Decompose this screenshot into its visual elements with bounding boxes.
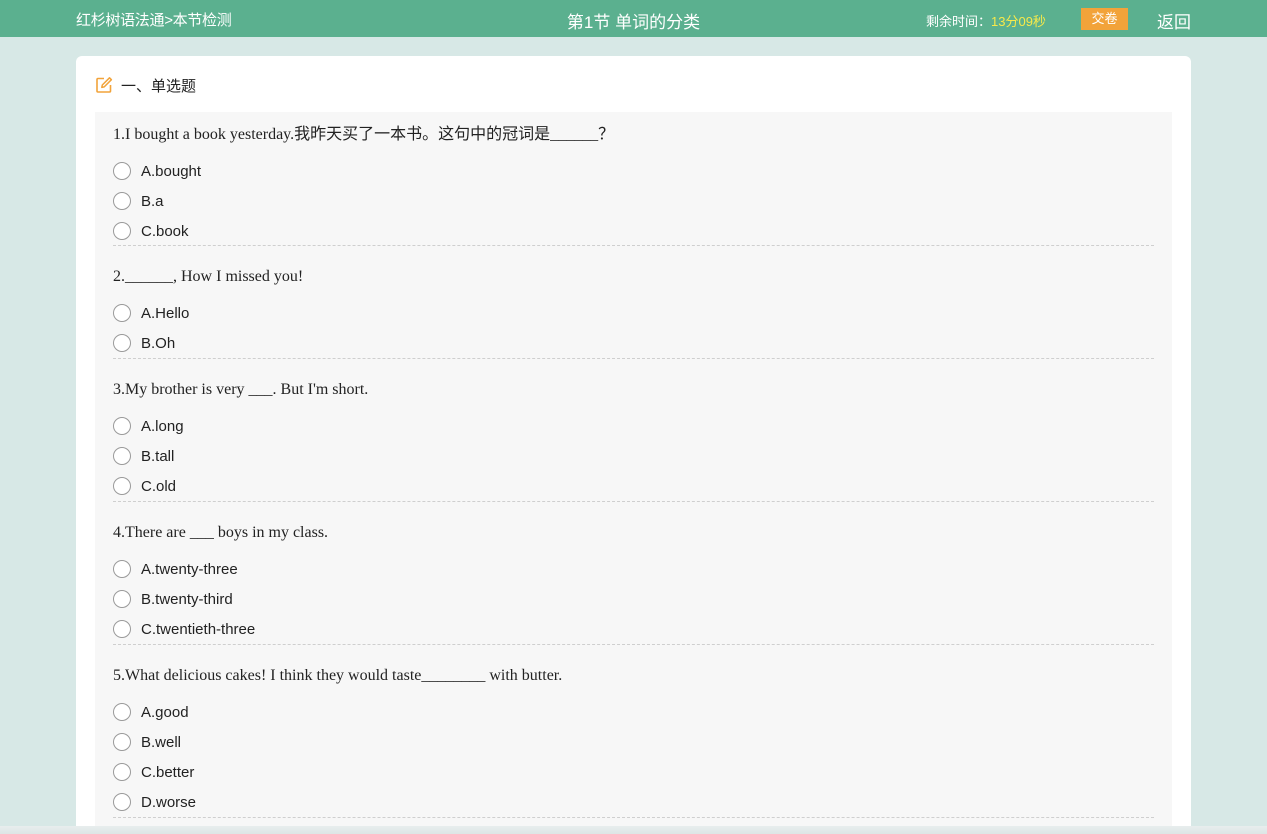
- radio-button[interactable]: [113, 222, 131, 240]
- radio-button[interactable]: [113, 192, 131, 210]
- option-label: B.tall: [141, 447, 175, 465]
- option-label: C.old: [141, 477, 177, 495]
- question-3: 3.My brother is very ___. But I'm short.…: [113, 367, 1154, 502]
- option-b[interactable]: B.twenty-third: [113, 584, 1154, 614]
- radio-button[interactable]: [113, 763, 131, 781]
- option-label: B.Oh: [141, 334, 176, 352]
- radio-button[interactable]: [113, 162, 131, 180]
- option-a[interactable]: A.long: [113, 411, 1154, 441]
- radio-button[interactable]: [113, 417, 131, 435]
- option-b[interactable]: B.a: [113, 186, 1154, 216]
- timer-label: 剩余时间：: [926, 14, 992, 29]
- option-a[interactable]: A.twenty-three: [113, 554, 1154, 584]
- section-header: 一、单选题: [95, 75, 196, 95]
- question-text: 1.I bought a book yesterday.我昨天买了一本书。这句中…: [113, 126, 615, 143]
- submit-button[interactable]: 交卷: [1081, 8, 1128, 30]
- radio-button[interactable]: [113, 793, 131, 811]
- page-title: 第1节 单词的分类: [566, 13, 701, 32]
- radio-button[interactable]: [113, 334, 131, 352]
- radio-button[interactable]: [113, 304, 131, 322]
- top-bar: 红杉树语法通>本节检测 第1节 单词的分类 剩余时间：13分09秒 交卷 返回: [0, 0, 1267, 37]
- countdown-timer: 剩余时间：13分09秒: [926, 11, 1046, 30]
- question-5: 5.What delicious cakes! I think they wou…: [113, 653, 1154, 818]
- option-c[interactable]: C.book: [113, 216, 1154, 246]
- option-label: B.twenty-third: [141, 590, 233, 608]
- question-2: 2.______, How I missed you! A.Hello B.Oh: [113, 254, 1154, 359]
- back-button[interactable]: 返回: [1157, 8, 1191, 33]
- question-1: 1.I bought a book yesterday.我昨天买了一本书。这句中…: [113, 112, 1154, 246]
- radio-button[interactable]: [113, 703, 131, 721]
- question-text: 3.My brother is very ___. But I'm short.: [113, 381, 369, 398]
- section-title: 一、单选题: [121, 77, 197, 95]
- option-label: A.good: [141, 703, 189, 721]
- option-c[interactable]: C.better: [113, 757, 1154, 787]
- option-label: A.long: [141, 417, 184, 435]
- question-list: 1.I bought a book yesterday.我昨天买了一本书。这句中…: [95, 112, 1172, 834]
- option-label: D.worse: [141, 793, 197, 811]
- quiz-card: 一、单选题 1.I bought a book yesterday.我昨天买了一…: [76, 56, 1191, 834]
- bottom-shadow: [0, 826, 1267, 834]
- option-label: B.well: [141, 733, 182, 751]
- option-c[interactable]: C.twentieth-three: [113, 614, 1154, 644]
- option-a[interactable]: A.bought: [113, 156, 1154, 186]
- option-b[interactable]: B.Oh: [113, 328, 1154, 358]
- question-text: 5.What delicious cakes! I think they wou…: [113, 667, 563, 684]
- option-d[interactable]: D.worse: [113, 787, 1154, 817]
- radio-button[interactable]: [113, 590, 131, 608]
- option-c[interactable]: C.old: [113, 471, 1154, 501]
- option-b[interactable]: B.well: [113, 727, 1154, 757]
- option-b[interactable]: B.tall: [113, 441, 1154, 471]
- option-a[interactable]: A.Hello: [113, 298, 1154, 328]
- radio-button[interactable]: [113, 733, 131, 751]
- option-label: A.Hello: [141, 304, 190, 322]
- option-label: B.a: [141, 192, 164, 210]
- option-label: C.twentieth-three: [141, 620, 256, 638]
- radio-button[interactable]: [113, 620, 131, 638]
- edit-icon: [95, 76, 113, 94]
- question-text: 2.______, How I missed you!: [113, 268, 304, 285]
- option-label: A.twenty-three: [141, 560, 238, 578]
- option-a[interactable]: A.good: [113, 697, 1154, 727]
- option-label: C.better: [141, 763, 195, 781]
- option-label: A.bought: [141, 162, 202, 180]
- radio-button[interactable]: [113, 477, 131, 495]
- question-text: 4.There are ___ boys in my class.: [113, 524, 329, 541]
- radio-button[interactable]: [113, 447, 131, 465]
- option-label: C.book: [141, 222, 189, 240]
- timer-value: 13分09秒: [991, 14, 1046, 29]
- radio-button[interactable]: [113, 560, 131, 578]
- question-4: 4.There are ___ boys in my class. A.twen…: [113, 510, 1154, 645]
